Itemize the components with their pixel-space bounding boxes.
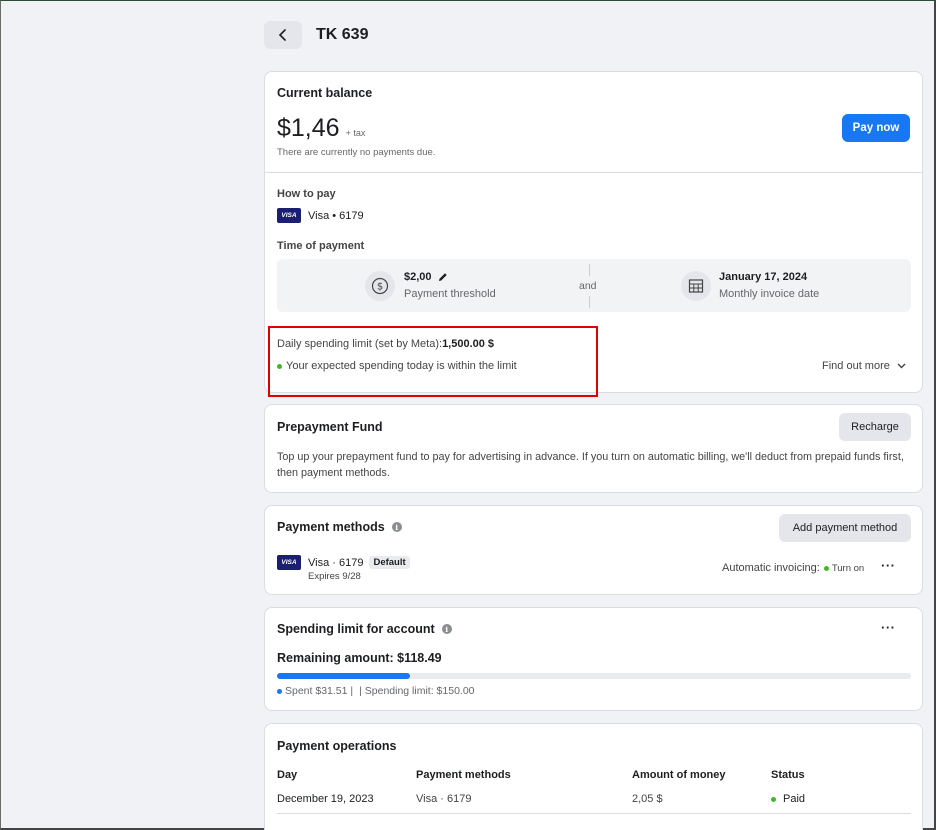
info-icon[interactable]: i (391, 522, 402, 532)
page-header: TK 639 (264, 21, 368, 49)
spent-dot-icon (277, 688, 282, 694)
threshold-label: Payment threshold (404, 288, 496, 300)
spending-progress-fill (277, 673, 411, 679)
highlight-box (268, 326, 598, 397)
expires-label: Expires 9/28 (308, 571, 361, 582)
recharge-button[interactable]: Recharge (839, 413, 911, 441)
add-payment-method-button[interactable]: Add payment method (779, 514, 911, 542)
card-label: Visa • 6179 (308, 209, 364, 222)
find-out-more-label: Find out more (822, 360, 890, 372)
pencil-icon[interactable] (438, 272, 448, 282)
default-badge: Default (369, 556, 410, 569)
payment-card-label: Visa · 6179 (308, 556, 364, 569)
vertical-divider-bottom (589, 296, 590, 308)
how-to-pay-label: How to pay (277, 188, 336, 200)
payment-method-row[interactable]: VISA Visa · 6179 Default Expires 9/28 Au… (277, 554, 911, 586)
column-header-day: Day (277, 769, 298, 781)
spent-label: Spent $31.51 | (285, 685, 354, 697)
limit-label: | Spending limit: $150.00 (359, 685, 475, 697)
payment-operations-title: Payment operations (277, 739, 397, 753)
spending-limit-card: Spending limit for account i ··· Remaini… (264, 607, 923, 711)
cell-day: December 19, 2023 (277, 793, 374, 805)
payment-time-panel: $ $2,00 Payment threshold and January 17… (277, 259, 911, 312)
chevron-down-icon (897, 363, 906, 369)
column-header-amount: Amount of money (632, 769, 726, 781)
time-of-payment-label: Time of payment (277, 240, 365, 252)
cell-status: Paid (783, 793, 806, 805)
payment-operations-card: Payment operations Day Payment methods A… (264, 723, 923, 830)
divider (265, 172, 922, 173)
pay-now-button[interactable]: Pay now (842, 114, 910, 142)
prepayment-fund-card: Prepayment Fund Recharge Top up your pre… (264, 404, 923, 493)
spending-limit-title: Spending limit for account (277, 622, 435, 636)
invoice-label: Monthly invoice date (719, 288, 820, 300)
and-label: and (579, 280, 597, 292)
page-title: TK 639 (316, 26, 369, 43)
visa-card-icon: VISA (277, 555, 301, 570)
visa-card-icon: VISA (277, 208, 301, 223)
column-header-payment-methods: Payment methods (416, 769, 511, 781)
column-header-status: Status (771, 769, 805, 781)
cell-amount: 2,05 $ (632, 793, 663, 805)
back-button[interactable] (264, 21, 302, 49)
balance-amount: $1,46 (277, 114, 340, 142)
invoice-date: January 17, 2024 (719, 271, 808, 283)
calendar-icon (681, 271, 711, 301)
paid-status-dot-icon (771, 796, 776, 802)
balance-title: Current balance (277, 86, 373, 100)
auto-invoicing-value[interactable]: Turn on (832, 563, 864, 574)
chevron-left-icon (278, 29, 286, 41)
payment-methods-card: Payment methods i Add payment method VIS… (264, 505, 923, 595)
info-icon[interactable]: i (441, 624, 452, 634)
table-row[interactable]: December 19, 2023 Visa · 6179 2,05 $ Pai… (277, 786, 911, 814)
status-dot-icon (823, 565, 829, 571)
more-options-icon[interactable]: ··· (881, 558, 896, 573)
auto-invoicing-label: Automatic invoicing: (722, 562, 820, 574)
spending-progress-track (277, 673, 911, 679)
vertical-divider-top (589, 264, 590, 276)
cell-method: Visa · 6179 (416, 793, 472, 805)
tax-label: + tax (345, 128, 366, 138)
svg-text:$: $ (377, 282, 383, 293)
dollar-circle-icon: $ (365, 271, 395, 301)
balance-note: There are currently no payments due. (277, 147, 436, 158)
more-options-icon[interactable]: ··· (881, 620, 896, 635)
prepayment-title: Prepayment Fund (277, 420, 383, 434)
remaining-amount: Remaining amount: $118.49 (277, 651, 442, 665)
payment-methods-title: Payment methods (277, 520, 385, 534)
threshold-value: $2,00 (404, 271, 432, 283)
find-out-more-button[interactable]: Find out more (822, 360, 906, 372)
prepayment-description: Top up your prepayment fund to pay for a… (277, 451, 904, 479)
